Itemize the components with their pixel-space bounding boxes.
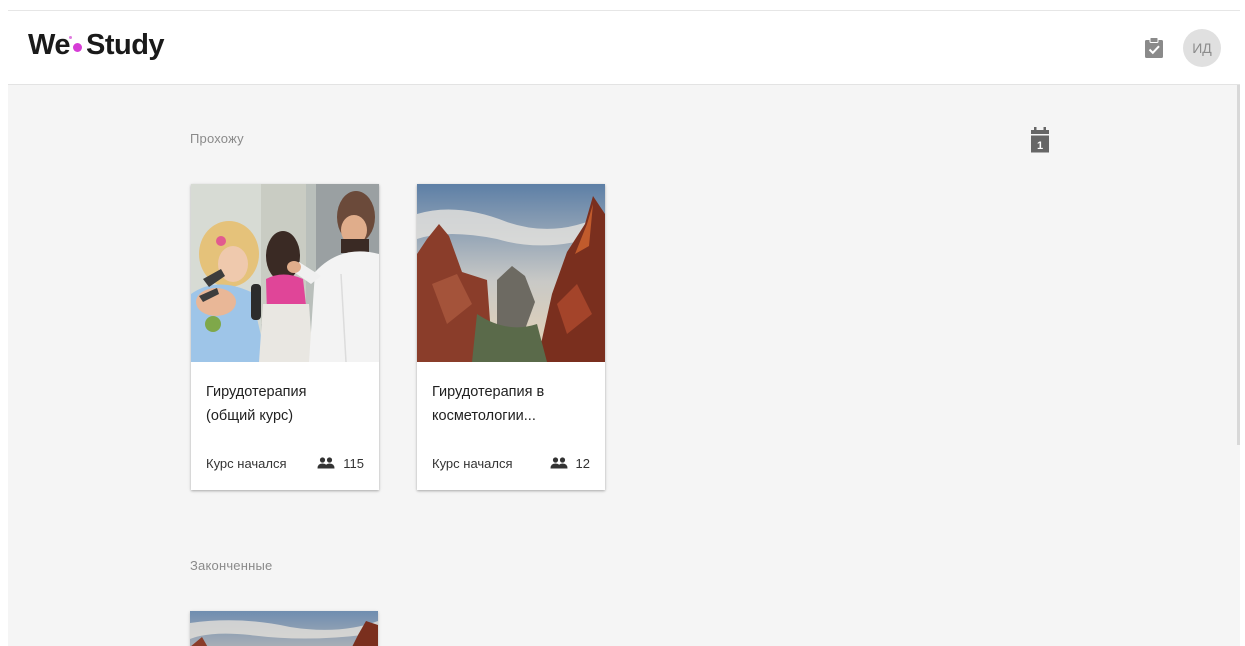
course-title-line: Гирудотерапия [206, 384, 307, 400]
app-window: We Study ИД 1 Прохожу Гирудотерапия (общ… [8, 10, 1240, 646]
logo-text-we: We [28, 29, 70, 61]
members-count: 115 [343, 455, 364, 471]
logo[interactable]: We Study [28, 29, 165, 62]
course-title-line: косметологии... [432, 408, 536, 424]
course-title-line: Гирудотерапия в [432, 384, 545, 400]
logo-dot [68, 36, 82, 52]
course-title: Гирудотерапия (общий курс) [206, 380, 366, 428]
people-icon [550, 457, 568, 469]
calendar-day: 1 [1037, 140, 1043, 152]
course-image [190, 611, 378, 646]
calendar-icon[interactable]: 1 [1030, 126, 1050, 156]
clipboard-check-icon[interactable] [1144, 37, 1164, 59]
user-avatar[interactable]: ИД [1183, 29, 1221, 67]
course-card[interactable]: Гирудотерапия в косметологии... Курс нач… [417, 184, 605, 490]
top-app-bar: We Study ИД [8, 11, 1240, 85]
course-card[interactable] [190, 611, 378, 646]
course-title: Гирудотерапия в косметологии... [432, 380, 592, 428]
course-card[interactable]: Гирудотерапия (общий курс) Курс начался … [191, 184, 379, 490]
section-title-in-progress: Прохожу [190, 131, 244, 146]
course-image [191, 184, 379, 362]
course-card-footer: Курс начался 12 [432, 453, 590, 473]
course-card-footer: Курс начался 115 [206, 453, 364, 473]
members-count: 12 [575, 455, 590, 471]
people-icon [317, 457, 335, 469]
section-title-finished: Законченные [190, 558, 273, 573]
scrollbar-thumb[interactable] [1237, 85, 1240, 445]
course-status: Курс начался [432, 455, 513, 471]
course-image [417, 184, 605, 362]
course-status: Курс начался [206, 455, 287, 471]
course-title-line: (общий курс) [206, 408, 294, 424]
logo-text-study: Study [85, 29, 165, 61]
